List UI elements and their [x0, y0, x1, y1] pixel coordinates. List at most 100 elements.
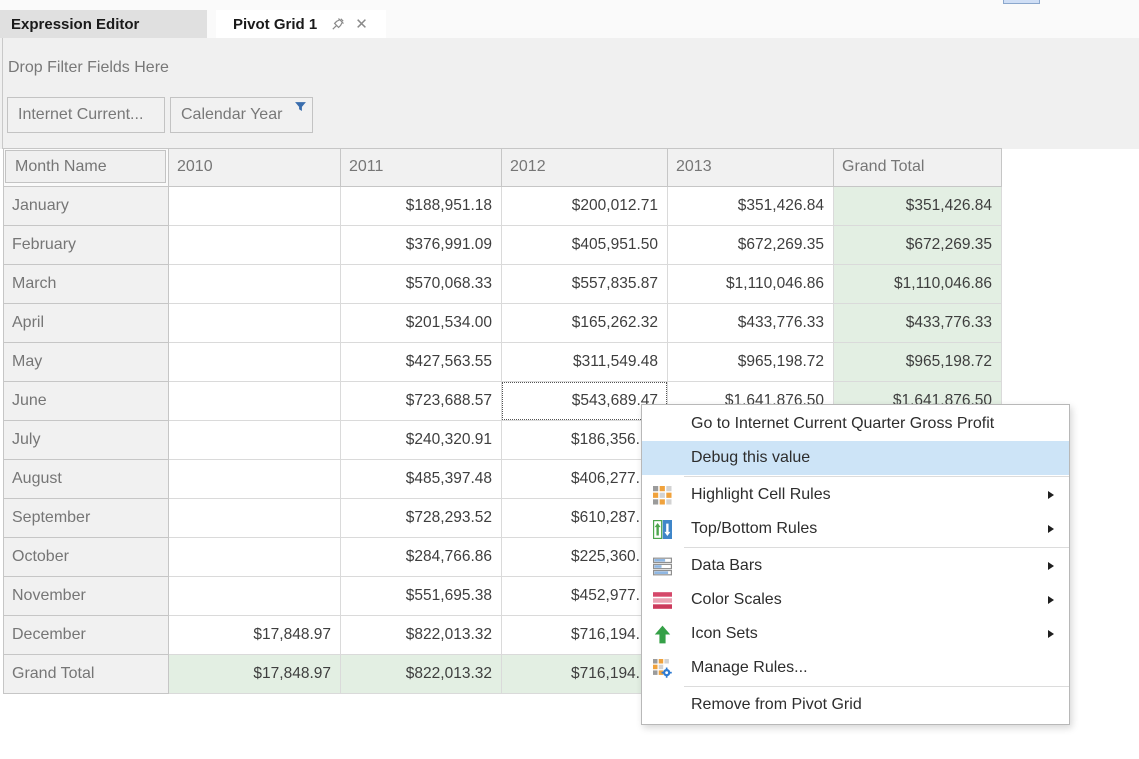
row-header-may[interactable]: May: [4, 343, 169, 382]
data-cell-april-2010[interactable]: [169, 304, 341, 343]
data-cell-november-2010[interactable]: [169, 577, 341, 616]
tab-expression-editor[interactable]: Expression Editor: [0, 10, 207, 38]
data-cell-july-2010[interactable]: [169, 421, 341, 460]
data-cell-january-2011[interactable]: $188,951.18: [341, 187, 502, 226]
menu-item-remove-from-pivot-grid[interactable]: Remove from Pivot Grid: [642, 688, 1069, 722]
data-cell-may-2012[interactable]: $311,549.48: [502, 343, 668, 382]
row-header-october[interactable]: October: [4, 538, 169, 577]
top-bottom-rules-icon: [651, 518, 673, 540]
data-cell-august-2010[interactable]: [169, 460, 341, 499]
close-icon[interactable]: ✕: [355, 17, 368, 32]
column-header-2011[interactable]: 2011: [341, 149, 502, 187]
row-header-november[interactable]: November: [4, 577, 169, 616]
menu-separator: [684, 686, 1069, 687]
menu-separator: [684, 476, 1069, 477]
data-cell-april-2013[interactable]: $433,776.33: [668, 304, 834, 343]
data-cell-march-2010[interactable]: [169, 265, 341, 304]
data-cell-january-grand-total[interactable]: $351,426.84: [834, 187, 1002, 226]
row-header-july[interactable]: July: [4, 421, 169, 460]
submenu-arrow-icon: [1048, 525, 1054, 533]
filter-funnel-icon[interactable]: [294, 101, 307, 114]
field-button-internet-current[interactable]: Internet Current...: [7, 97, 165, 133]
menu-item-icon-sets[interactable]: Icon Sets: [642, 617, 1069, 651]
menu-item-label: Data Bars: [691, 557, 762, 575]
row-header-june[interactable]: June: [4, 382, 169, 421]
color-scales-icon: [651, 589, 673, 611]
data-cell-may-2013[interactable]: $965,198.72: [668, 343, 834, 382]
row-header-grand-total[interactable]: Grand Total: [4, 655, 169, 694]
data-cell-january-2010[interactable]: [169, 187, 341, 226]
menu-item-highlight-cell-rules[interactable]: Highlight Cell Rules: [642, 478, 1069, 512]
pin-icon[interactable]: [330, 16, 346, 32]
data-cell-july-2011[interactable]: $240,320.91: [341, 421, 502, 460]
field-label: Calendar Year: [181, 106, 282, 123]
pivot-grid-window: Expression Editor Pivot Grid 1 ✕ Drop Fi…: [0, 0, 1139, 759]
data-cell-september-2011[interactable]: $728,293.52: [341, 499, 502, 538]
data-cell-grand-total-2010[interactable]: $17,848.97: [169, 655, 341, 694]
row-header-september[interactable]: September: [4, 499, 169, 538]
menu-icon-gutter: [651, 413, 673, 435]
data-cell-grand-total-2011[interactable]: $822,013.32: [341, 655, 502, 694]
data-cell-june-2010[interactable]: [169, 382, 341, 421]
icon-sets-icon: [651, 623, 673, 645]
data-cell-march-2011[interactable]: $570,068.33: [341, 265, 502, 304]
menu-item-color-scales[interactable]: Color Scales: [642, 583, 1069, 617]
data-cell-october-2011[interactable]: $284,766.86: [341, 538, 502, 577]
field-button-calendar-year[interactable]: Calendar Year: [170, 97, 313, 133]
data-cell-may-2011[interactable]: $427,563.55: [341, 343, 502, 382]
column-header-2012[interactable]: 2012: [502, 149, 668, 187]
column-header-2010[interactable]: 2010: [169, 149, 341, 187]
data-cell-april-grand-total[interactable]: $433,776.33: [834, 304, 1002, 343]
menu-item-debug-this-value[interactable]: Debug this value: [642, 441, 1069, 475]
data-cell-august-2011[interactable]: $485,397.48: [341, 460, 502, 499]
submenu-arrow-icon: [1048, 562, 1054, 570]
menu-item-data-bars[interactable]: Data Bars: [642, 549, 1069, 583]
row-header-january[interactable]: January: [4, 187, 169, 226]
data-cell-february-2012[interactable]: $405,951.50: [502, 226, 668, 265]
pivot-corner-cell: Month Name: [4, 149, 169, 187]
menu-item-label: Debug this value: [691, 449, 810, 467]
data-cell-october-2010[interactable]: [169, 538, 341, 577]
month-name-field-button[interactable]: Month Name: [5, 150, 166, 183]
menu-separator: [684, 547, 1069, 548]
column-header-2013[interactable]: 2013: [668, 149, 834, 187]
data-cell-december-2010[interactable]: $17,848.97: [169, 616, 341, 655]
data-cell-february-2013[interactable]: $672,269.35: [668, 226, 834, 265]
data-cell-may-grand-total[interactable]: $965,198.72: [834, 343, 1002, 382]
menu-item-go-to-internet-current-quarter-gross-profit[interactable]: Go to Internet Current Quarter Gross Pro…: [642, 407, 1069, 441]
menu-icon-gutter: [651, 447, 673, 469]
data-cell-march-2013[interactable]: $1,110,046.86: [668, 265, 834, 304]
data-cell-april-2012[interactable]: $165,262.32: [502, 304, 668, 343]
row-header-august[interactable]: August: [4, 460, 169, 499]
row-header-february[interactable]: February: [4, 226, 169, 265]
data-cell-february-grand-total[interactable]: $672,269.35: [834, 226, 1002, 265]
data-cell-january-2012[interactable]: $200,012.71: [502, 187, 668, 226]
column-header-grand-total[interactable]: Grand Total: [834, 149, 1002, 187]
context-menu: Go to Internet Current Quarter Gross Pro…: [641, 404, 1070, 725]
data-cell-november-2011[interactable]: $551,695.38: [341, 577, 502, 616]
row-header-march[interactable]: March: [4, 265, 169, 304]
tab-label: Pivot Grid 1: [233, 16, 317, 33]
data-cell-february-2010[interactable]: [169, 226, 341, 265]
data-cell-may-2010[interactable]: [169, 343, 341, 382]
data-cell-january-2013[interactable]: $351,426.84: [668, 187, 834, 226]
row-header-december[interactable]: December: [4, 616, 169, 655]
data-cell-september-2010[interactable]: [169, 499, 341, 538]
menu-item-label: Color Scales: [691, 591, 782, 609]
menu-item-top-bottom-rules[interactable]: Top/Bottom Rules: [642, 512, 1069, 546]
data-cell-february-2011[interactable]: $376,991.09: [341, 226, 502, 265]
clipped-ui-fragment: [1003, 0, 1040, 4]
data-cell-june-2011[interactable]: $723,688.57: [341, 382, 502, 421]
tab-label: Expression Editor: [11, 16, 139, 33]
drop-filter-hint: Drop Filter Fields Here: [8, 59, 169, 77]
row-header-april[interactable]: April: [4, 304, 169, 343]
data-cell-april-2011[interactable]: $201,534.00: [341, 304, 502, 343]
submenu-arrow-icon: [1048, 491, 1054, 499]
data-cell-march-grand-total[interactable]: $1,110,046.86: [834, 265, 1002, 304]
submenu-arrow-icon: [1048, 630, 1054, 638]
panel-border: [2, 38, 3, 149]
data-cell-march-2012[interactable]: $557,835.87: [502, 265, 668, 304]
menu-item-manage-rules-[interactable]: Manage Rules...: [642, 651, 1069, 685]
tab-pivot-grid-1[interactable]: Pivot Grid 1 ✕: [216, 10, 386, 38]
data-cell-december-2011[interactable]: $822,013.32: [341, 616, 502, 655]
